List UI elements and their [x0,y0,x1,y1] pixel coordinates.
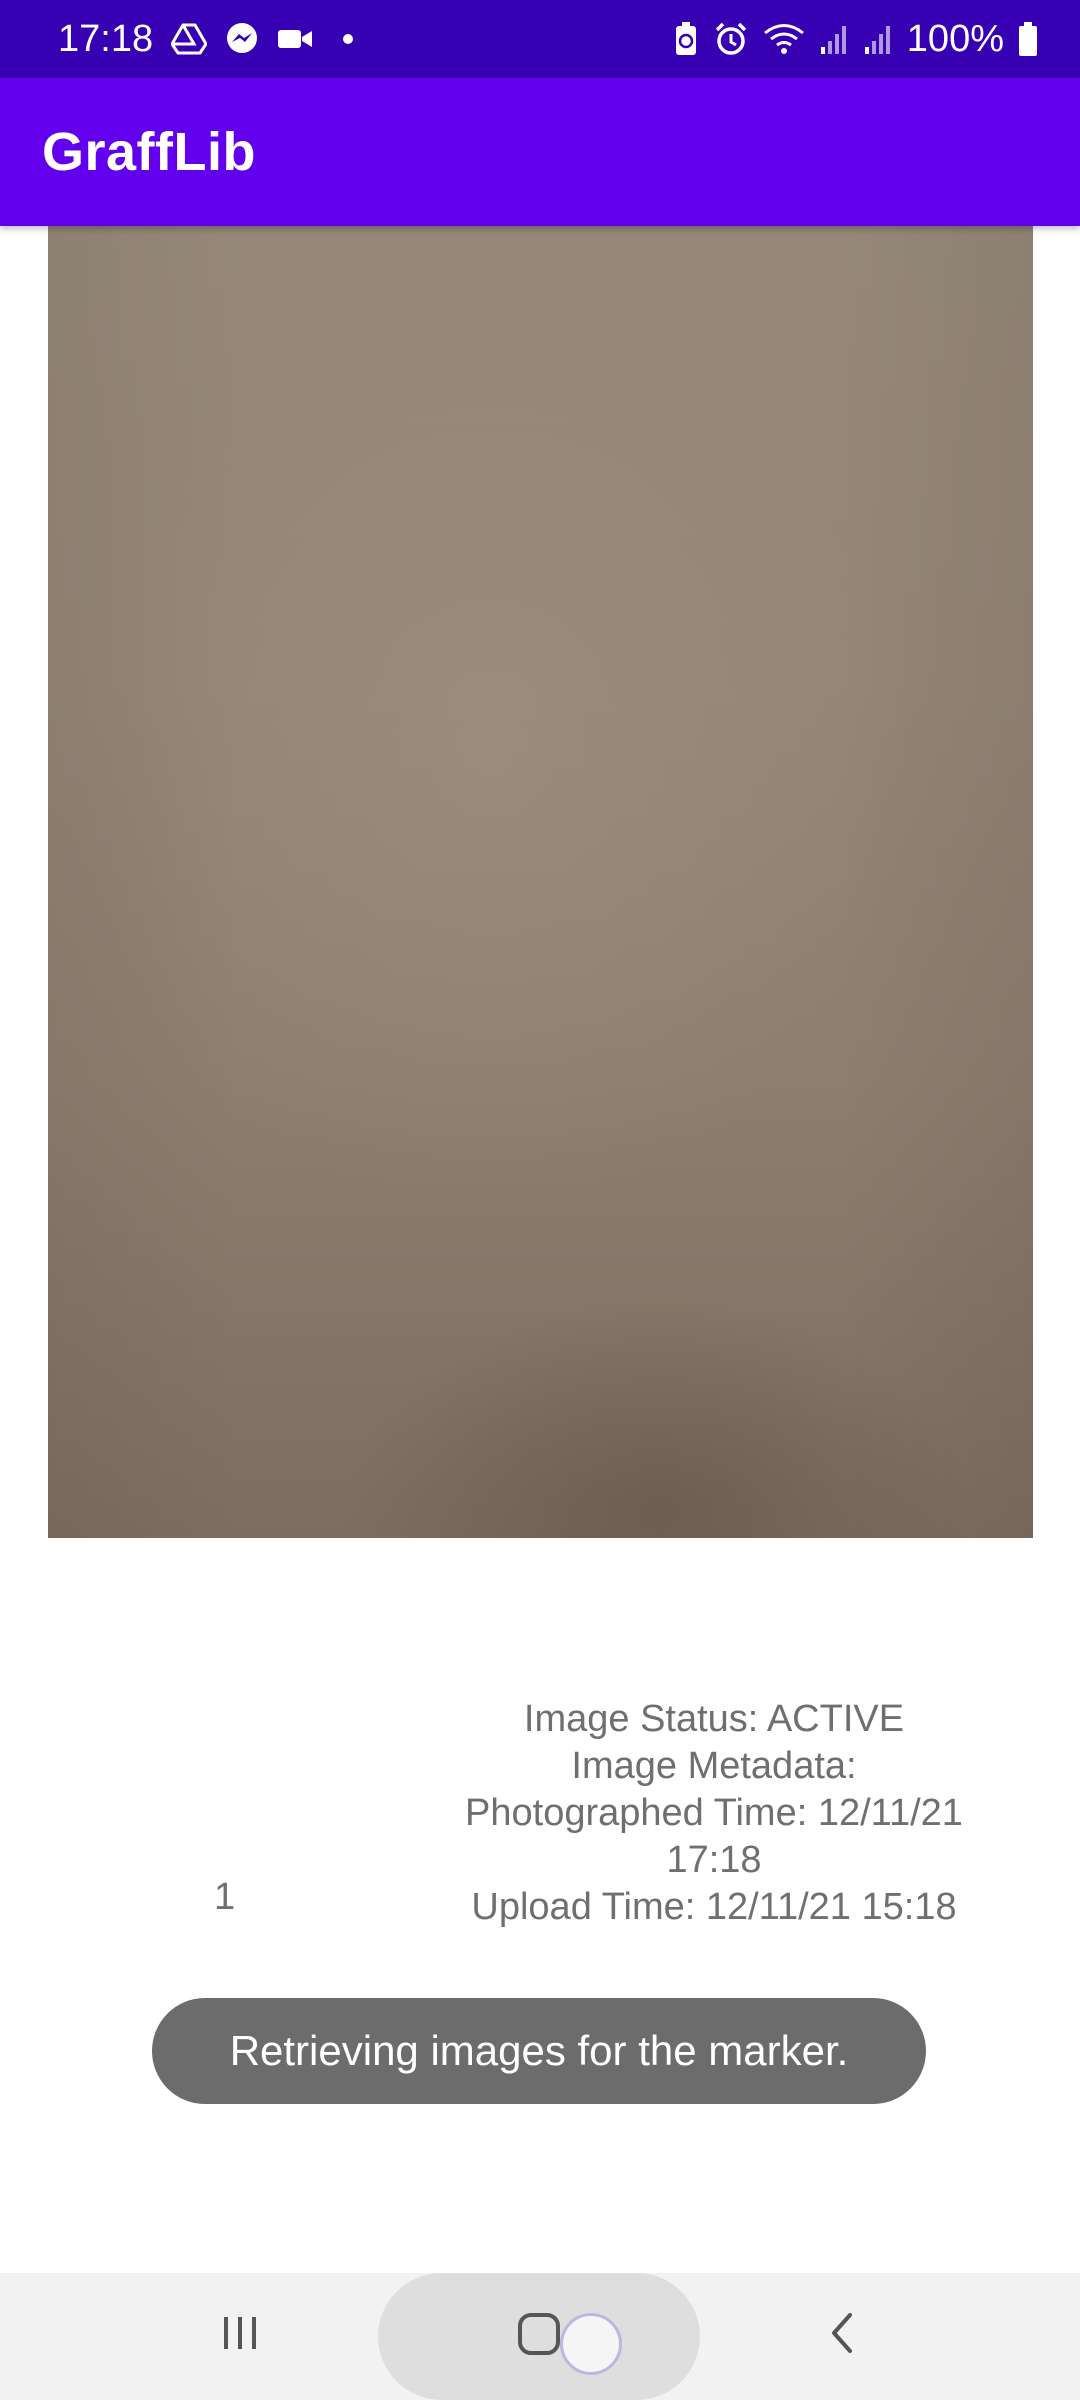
image-metadata: Image Status: ACTIVE Image Metadata: Pho… [430,1696,998,1931]
navigation-bar [0,2273,1080,2400]
status-right-group: 100% [673,18,1038,61]
status-time: 17:18 [58,17,154,60]
battery-icon [1018,21,1038,57]
signal-icon [863,23,893,55]
home-icon [517,2312,561,2361]
drive-icon [171,23,208,55]
signal-icon [819,23,849,55]
image-index: 1 [214,1876,236,1918]
video-camera-icon [277,27,313,51]
recent-apps-button[interactable] [200,2295,280,2375]
battery-percentage: 100% [906,17,1004,60]
image-status-text: Image Status: ACTIVE [523,1698,905,1740]
toast-message: Retrieving images for the marker. [152,1998,926,2104]
app-title: GraffLib [42,122,256,182]
status-left-group: 17:18 [58,17,354,61]
metadata-heading: Image Metadata: [571,1745,857,1787]
upload-time-text: Upload Time: 12/11/21 15:18 [471,1886,957,1928]
toast-text: Retrieving images for the marker. [229,2027,849,2074]
back-button[interactable] [802,2295,882,2375]
back-icon [826,2311,858,2360]
recent-apps-icon [220,2313,260,2358]
app-bar: GraffLib [0,78,1080,226]
notification-dot-icon [343,34,354,44]
home-button[interactable] [378,2273,700,2400]
marker-image[interactable] [48,226,1033,1538]
touch-indicator [560,2313,622,2375]
alarm-icon [713,21,749,57]
battery-saver-icon [673,21,699,57]
status-bar: 17:18 100% [0,0,1080,78]
photographed-time-text: Photographed Time: 12/11/21 [465,1792,963,1834]
messenger-icon [225,22,259,56]
wifi-icon [763,22,805,56]
photographed-time-continued: 17:18 [666,1839,762,1881]
